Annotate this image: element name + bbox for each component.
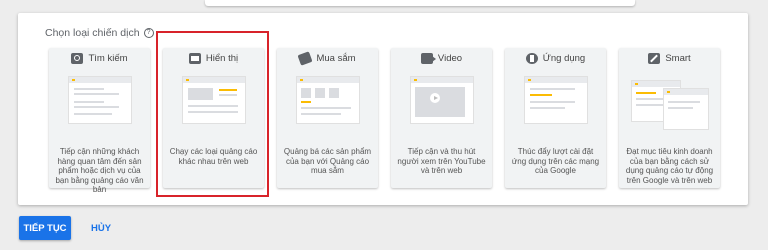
card-header: Mua sắm: [277, 48, 378, 68]
video-icon: [420, 52, 436, 64]
cancel-button[interactable]: HỦY: [88, 216, 114, 240]
campaign-card-smart[interactable]: Smart Đạt mục tiêu kinh doanh của bạn bằ…: [619, 48, 720, 188]
card-header: Smart: [619, 48, 720, 68]
campaign-card-shopping[interactable]: Mua sắm Quảng bá các sản phẩm của bạn vớ…: [277, 48, 378, 188]
smart-illustration-front: [663, 88, 709, 130]
top-card-edge: [205, 0, 635, 6]
card-description: Đạt mục tiêu kinh doanh của bạn bằng các…: [625, 147, 714, 185]
tag-icon: [297, 50, 313, 66]
card-description: Tiếp cận và thu hút người xem trên YouTu…: [397, 147, 486, 175]
card-description: Quảng bá các sản phẩm của bạn với Quảng …: [283, 147, 372, 175]
continue-button[interactable]: TIẾP TỤC: [19, 216, 71, 240]
card-title: Mua sắm: [316, 52, 356, 64]
campaign-card-app[interactable]: Ứng dụng Thúc đẩy lượt cài đặt ứng dụng …: [505, 48, 606, 188]
app-illustration: [524, 76, 588, 124]
card-header: Video: [391, 48, 492, 68]
card-title: Smart: [665, 52, 691, 64]
card-header: Tìm kiếm: [49, 48, 150, 68]
shopping-illustration: [296, 76, 360, 124]
search-illustration: [68, 76, 132, 124]
card-description: Thúc đẩy lượt cài đặt ứng dụng trên các …: [511, 147, 600, 175]
search-icon: [71, 52, 84, 64]
card-title: Video: [437, 52, 463, 64]
card-title: Tìm kiếm: [88, 52, 128, 64]
card-header: Ứng dụng: [505, 48, 606, 68]
card-description: Tiếp cận những khách hàng quan tâm đến s…: [55, 147, 144, 194]
play-icon: [430, 93, 440, 103]
help-icon[interactable]: ?: [143, 28, 154, 38]
video-illustration: [410, 76, 474, 124]
app-icon: [525, 52, 538, 64]
magic-wand-icon: [648, 52, 661, 64]
panel-title: Chọn loại chiến dịch ?: [45, 27, 154, 39]
campaign-type-panel: Chọn loại chiến dịch ? Tìm kiếm Tiếp cận…: [18, 13, 748, 205]
campaign-card-search[interactable]: Tìm kiếm Tiếp cận những khách hàng quan …: [49, 48, 150, 194]
campaign-card-video[interactable]: Video Tiếp cận và thu hút người xem trên…: [391, 48, 492, 188]
panel-title-text: Chọn loại chiến dịch: [45, 27, 140, 39]
selected-card-highlight: [156, 31, 269, 197]
card-title: Ứng dụng: [542, 52, 586, 64]
